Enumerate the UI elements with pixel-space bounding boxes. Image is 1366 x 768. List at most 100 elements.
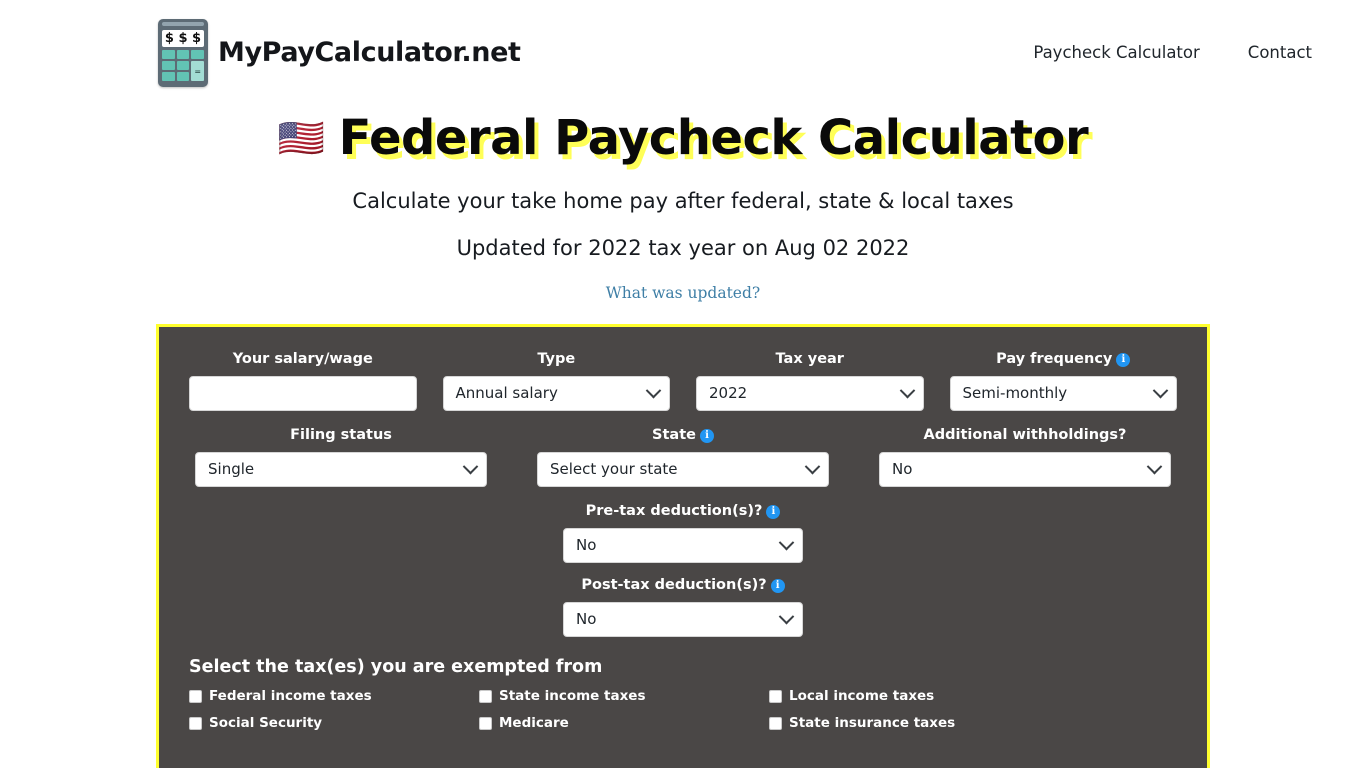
exemption-label: Local income taxes (789, 688, 935, 705)
calculator-icon-topbar (162, 21, 204, 26)
label-filing-status: Filing status (195, 427, 487, 443)
calculator-key (162, 72, 175, 82)
exemption-social-security[interactable]: Social Security (189, 715, 479, 731)
calculator-key (162, 49, 175, 59)
label-posttax-deductions-text: Post-tax deduction(s)? (581, 577, 767, 594)
label-salary-wage: Your salary/wage (189, 351, 417, 367)
posttax-deductions-select[interactable]: No (563, 602, 803, 638)
tax-year-select-value: 2022 (709, 384, 748, 403)
label-posttax-deductions: Post-tax deduction(s)? i (563, 577, 803, 594)
checkbox-state-income-taxes[interactable] (479, 689, 492, 703)
exemption-state-income-taxes[interactable]: State income taxes (479, 688, 769, 704)
exemption-label: State income taxes (499, 688, 646, 705)
exemption-medicare[interactable]: Medicare (479, 715, 769, 731)
field-type: Type Annual salary (442, 351, 671, 412)
nav-item-contact[interactable]: Contact (1248, 43, 1312, 62)
brand-logo-link[interactable]: $ $ $ = MyPayCalculator.net (158, 18, 521, 87)
checkbox-local-income-taxes[interactable] (769, 689, 782, 703)
checkbox-social-security[interactable] (189, 716, 202, 730)
chevron-down-icon (899, 383, 915, 399)
salary-wage-input[interactable] (189, 376, 417, 412)
pretax-deductions-select[interactable]: No (563, 528, 803, 564)
label-pretax-deductions-text: Pre-tax deduction(s)? (585, 503, 763, 520)
calculator-icon-keys: = (162, 49, 204, 82)
label-filing-status-text: Filing status (290, 427, 392, 444)
checkbox-medicare[interactable] (479, 716, 492, 730)
label-additional-withholdings-text: Additional withholdings? (923, 427, 1127, 444)
exemption-federal-income-taxes[interactable]: Federal income taxes (189, 688, 479, 704)
label-type: Type (443, 351, 671, 367)
calculator-key (191, 49, 204, 59)
type-select[interactable]: Annual salary (442, 376, 670, 412)
label-state: State i (537, 427, 829, 444)
field-state: State i Select your state (537, 427, 829, 488)
chevron-down-icon (778, 535, 795, 551)
calculator-icon-display: $ $ $ (162, 29, 204, 47)
checkbox-state-insurance-taxes[interactable] (769, 716, 782, 730)
field-pretax-deductions: Pre-tax deduction(s)? i No (563, 503, 803, 564)
exemptions-grid: Federal income taxes State income taxes … (189, 688, 1177, 731)
checkbox-federal-income-taxes[interactable] (189, 689, 202, 703)
info-icon-state[interactable]: i (699, 429, 714, 444)
pay-frequency-select-value: Semi-monthly (962, 384, 1068, 403)
filing-status-select[interactable]: Single (195, 452, 487, 488)
exemption-local-income-taxes[interactable]: Local income taxes (769, 688, 1177, 704)
exemption-label: Social Security (209, 715, 323, 732)
field-tax-year: Tax year 2022 (696, 351, 924, 412)
form-row-2: Filing status Single State i Select your … (189, 427, 1177, 488)
field-pay-frequency: Pay frequency i Semi-monthly (949, 351, 1178, 412)
additional-withholdings-select-value: No (892, 460, 913, 479)
exemption-state-insurance-taxes[interactable]: State insurance taxes (769, 715, 1177, 731)
posttax-deductions-select-value: No (576, 610, 597, 629)
info-icon-posttax-deductions[interactable]: i (770, 579, 785, 594)
page-title: 🇺🇸 Federal Paycheck Calculator (0, 110, 1366, 166)
page-title-text: Federal Paycheck Calculator (338, 110, 1089, 166)
info-icon-pretax-deductions[interactable]: i (766, 505, 781, 520)
brand-name: MyPayCalculator.net (218, 37, 521, 68)
label-type-text: Type (537, 351, 576, 368)
type-select-value: Annual salary (455, 384, 558, 403)
hero-subtitle: Calculate your take home pay after feder… (352, 189, 1014, 214)
chevron-down-icon (1146, 459, 1163, 475)
label-pay-frequency-text: Pay frequency (996, 351, 1113, 368)
form-row-1: Your salary/wage Type Annual salary Tax … (189, 351, 1178, 412)
exemptions-heading: Select the tax(es) you are exempted from (189, 657, 603, 678)
chevron-down-icon (1152, 383, 1169, 399)
label-state-text: State (652, 427, 696, 444)
field-additional-withholdings: Additional withholdings? No (879, 427, 1171, 488)
calculator-key (176, 49, 190, 59)
exemption-label: State insurance taxes (789, 715, 956, 732)
hero-updated-text: Updated for 2022 tax year on Aug 02 2022 (456, 236, 910, 261)
exemption-label: Federal income taxes (209, 688, 372, 705)
what-was-updated-link[interactable]: What was updated? (606, 284, 760, 302)
field-filing-status: Filing status Single (195, 427, 487, 488)
label-additional-withholdings: Additional withholdings? (879, 427, 1171, 443)
additional-withholdings-select[interactable]: No (879, 452, 1171, 488)
field-posttax-deductions: Post-tax deduction(s)? i No (563, 577, 803, 638)
chevron-down-icon (804, 459, 821, 475)
calculator-key (176, 72, 190, 82)
tax-year-select[interactable]: 2022 (696, 376, 924, 412)
calculator-key (176, 60, 190, 71)
label-pretax-deductions: Pre-tax deduction(s)? i (563, 503, 803, 520)
label-tax-year: Tax year (696, 351, 924, 367)
calculator-icon: $ $ $ = (158, 18, 208, 87)
state-select[interactable]: Select your state (537, 452, 829, 488)
exemption-label: Medicare (499, 715, 569, 732)
us-flag-icon: 🇺🇸 (277, 116, 325, 161)
site-header: $ $ $ = MyPayCalculator.net Paycheck Cal… (0, 0, 1366, 105)
hero-section: 🇺🇸 Federal Paycheck Calculator Calculate… (0, 105, 1366, 303)
label-tax-year-text: Tax year (775, 351, 844, 368)
label-pay-frequency: Pay frequency i (950, 351, 1178, 368)
nav-item-paycheck-calculator[interactable]: Paycheck Calculator (1033, 43, 1199, 62)
chevron-down-icon (645, 383, 662, 399)
calculator-panel: Your salary/wage Type Annual salary Tax … (156, 324, 1210, 768)
info-icon-pay-frequency[interactable]: i (1116, 353, 1131, 368)
filing-status-select-value: Single (208, 460, 255, 479)
pretax-deductions-select-value: No (576, 536, 597, 555)
label-salary-wage-text: Your salary/wage (232, 351, 373, 368)
pay-frequency-select[interactable]: Semi-monthly (949, 376, 1177, 412)
calculator-key-equals: = (191, 60, 204, 82)
calculator-key (162, 60, 175, 71)
main-navigation: Paycheck Calculator Contact (1033, 43, 1312, 62)
